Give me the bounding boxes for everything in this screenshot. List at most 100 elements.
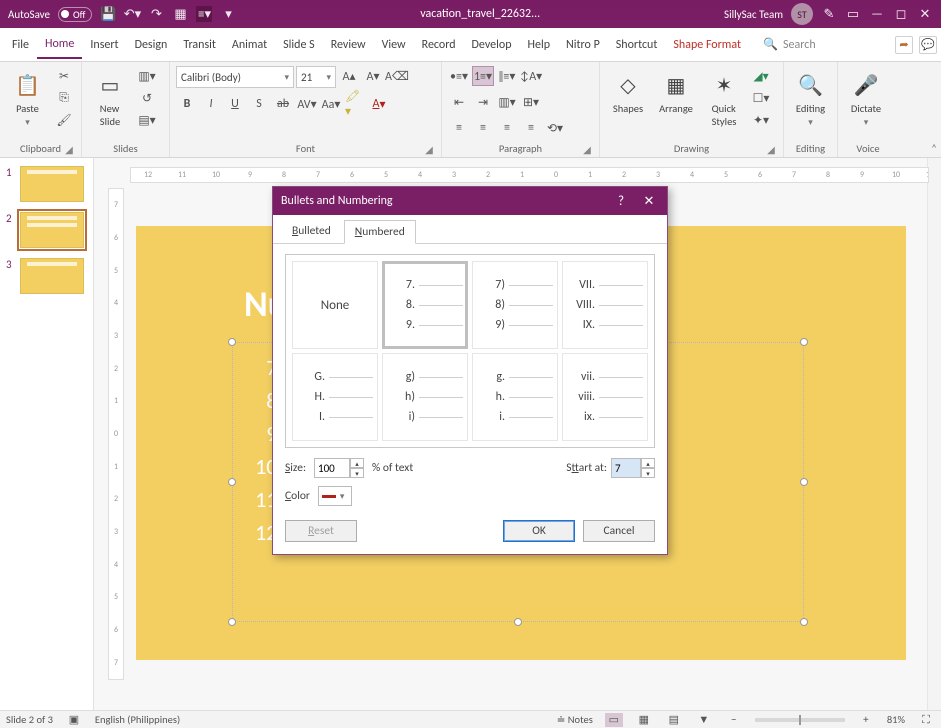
resize-handle[interactable] <box>800 478 808 486</box>
numbering-style-option[interactable]: G.H.I. <box>292 353 378 441</box>
undo-icon[interactable]: ↶▾ <box>124 6 140 22</box>
drawing-launcher[interactable]: ◢ <box>765 143 777 155</box>
numbering-style-option[interactable]: g.h.i. <box>472 353 558 441</box>
resize-handle[interactable] <box>228 618 236 626</box>
line-spacing-icon[interactable]: ‖≡▾ <box>496 66 518 86</box>
autosave-toggle[interactable]: Off <box>58 7 92 22</box>
numbering-style-option[interactable]: 7.8.9. <box>382 261 468 349</box>
minimize-icon[interactable]: — <box>869 6 885 22</box>
numbering-icon[interactable]: 1≡▾ <box>472 66 494 86</box>
paragraph-launcher[interactable]: ◢ <box>581 143 593 155</box>
share-icon[interactable]: ➦ <box>895 36 913 54</box>
size-spinner[interactable]: ▴▾ <box>314 458 364 478</box>
spin-up-icon[interactable]: ▴ <box>350 458 364 468</box>
spacing-icon[interactable]: AV▾ <box>296 94 318 114</box>
tab-shape-format[interactable]: Shape Format <box>665 32 749 58</box>
underline-icon[interactable]: U <box>224 94 246 114</box>
justify-icon[interactable]: ≡ <box>520 118 542 138</box>
dictate-button[interactable]: 🎤Dictate▾ <box>844 66 888 128</box>
close-icon[interactable]: ✕ <box>639 194 659 209</box>
font-color-icon[interactable]: A▾ <box>368 94 390 114</box>
search-box[interactable]: 🔍Search <box>763 37 816 52</box>
size-input[interactable] <box>314 458 350 478</box>
numbering-style-option[interactable]: VII.VIII.IX. <box>562 261 648 349</box>
tab-bulleted[interactable]: Bulleted <box>281 219 342 243</box>
grow-font-icon[interactable]: A▴ <box>338 66 360 86</box>
layout-icon[interactable]: ▥▾ <box>136 66 158 86</box>
user-avatar[interactable]: ST <box>791 3 813 25</box>
numbering-style-option[interactable]: None <box>292 261 378 349</box>
tab-numbered[interactable]: Numbered <box>344 220 416 244</box>
increase-indent-icon[interactable]: ⇥ <box>472 92 494 112</box>
copy-icon[interactable]: ⎘ <box>53 88 75 108</box>
resize-handle[interactable] <box>228 478 236 486</box>
bold-icon[interactable]: B <box>176 94 198 114</box>
resize-handle[interactable] <box>800 618 808 626</box>
highlight-icon[interactable]: 🖍▾ <box>344 94 366 114</box>
tab-animations[interactable]: Animat <box>224 32 275 58</box>
paste-button[interactable]: 📋 Paste ▾ <box>6 66 49 128</box>
thumb-1[interactable]: 1 <box>6 166 87 202</box>
tab-recording[interactable]: Record <box>414 32 464 58</box>
reset-button[interactable]: Reset <box>285 520 357 542</box>
font-launcher[interactable]: ◢ <box>423 143 435 155</box>
tab-insert[interactable]: Insert <box>82 32 126 58</box>
align-right-icon[interactable]: ≡ <box>496 118 518 138</box>
status-language[interactable]: English (Philippines) <box>95 713 180 726</box>
align-left-icon[interactable]: ≡ <box>448 118 470 138</box>
cut-icon[interactable]: ✂ <box>53 66 75 86</box>
decrease-indent-icon[interactable]: ⇤ <box>448 92 470 112</box>
italic-icon[interactable]: I <box>200 94 222 114</box>
sorter-view-icon[interactable]: ▦ <box>635 713 653 727</box>
text-direction-icon[interactable]: ↕A▾ <box>520 66 542 86</box>
fit-window-icon[interactable]: ⛶ <box>917 713 935 727</box>
quick-styles-button[interactable]: ✶Quick Styles <box>702 66 746 128</box>
resize-handle[interactable] <box>514 618 522 626</box>
start-at-spinner[interactable]: ▴▾ <box>611 458 655 478</box>
align-center-icon[interactable]: ≡ <box>472 118 494 138</box>
zoom-in-icon[interactable]: + <box>857 713 875 727</box>
comments-icon[interactable]: 💬 <box>919 36 937 54</box>
shadow-icon[interactable]: S <box>248 94 270 114</box>
new-slide-button[interactable]: ▭ New Slide <box>88 66 132 128</box>
tab-help[interactable]: Help <box>520 32 559 58</box>
tab-design[interactable]: Design <box>127 32 176 58</box>
tab-view[interactable]: View <box>374 32 414 58</box>
arrange-button[interactable]: ▦Arrange <box>654 66 698 115</box>
tab-review[interactable]: Review <box>323 32 374 58</box>
color-picker[interactable]: ▾ <box>318 486 352 506</box>
accessibility-icon[interactable]: ▣ <box>65 713 83 727</box>
tab-shortcut[interactable]: Shortcut <box>608 32 666 58</box>
shrink-font-icon[interactable]: A▾ <box>362 66 384 86</box>
vertical-scrollbar[interactable] <box>927 158 941 710</box>
numbering-style-option[interactable]: 7)8)9) <box>472 261 558 349</box>
font-size-combo[interactable]: 21▾ <box>296 66 336 88</box>
close-window-icon[interactable]: ✕ <box>917 6 933 22</box>
smartart-icon[interactable]: ⟲▾ <box>544 118 566 138</box>
tab-home[interactable]: Home <box>37 31 82 59</box>
notes-toggle[interactable]: ≐ Notes <box>557 713 593 726</box>
zoom-out-icon[interactable]: − <box>725 713 743 727</box>
columns-icon[interactable]: ▥▾ <box>496 92 518 112</box>
collapse-ribbon-icon[interactable]: ˄ <box>931 142 937 155</box>
spin-down-icon[interactable]: ▾ <box>641 468 655 478</box>
tab-file[interactable]: File <box>4 32 37 58</box>
align-text-icon[interactable]: ⊞▾ <box>520 92 542 112</box>
clipboard-launcher[interactable]: ◢ <box>63 143 75 155</box>
tab-slideshow[interactable]: Slide S <box>275 32 323 58</box>
redo-icon[interactable]: ↷ <box>148 6 164 22</box>
shape-outline-icon[interactable]: ☐▾ <box>750 88 772 108</box>
resize-handle[interactable] <box>228 338 236 346</box>
tab-transitions[interactable]: Transit <box>175 32 224 58</box>
tab-developer[interactable]: Develop <box>464 32 520 58</box>
numbering-style-option[interactable]: vii.viii.ix. <box>562 353 648 441</box>
shape-effects-icon[interactable]: ✦▾ <box>750 110 772 130</box>
editing-button[interactable]: 🔍Editing▾ <box>790 66 831 128</box>
save-icon[interactable]: 💾 <box>100 6 116 22</box>
numbering-style-option[interactable]: g)h)i) <box>382 353 468 441</box>
horizontal-ruler[interactable]: 1211109876543210123456789101112 <box>130 167 929 183</box>
reading-view-icon[interactable]: ▤ <box>665 713 683 727</box>
section-icon[interactable]: ▤▾ <box>136 110 158 130</box>
slideshow-icon[interactable]: ▦ <box>172 6 188 22</box>
thumb-3[interactable]: 3 <box>6 258 87 294</box>
